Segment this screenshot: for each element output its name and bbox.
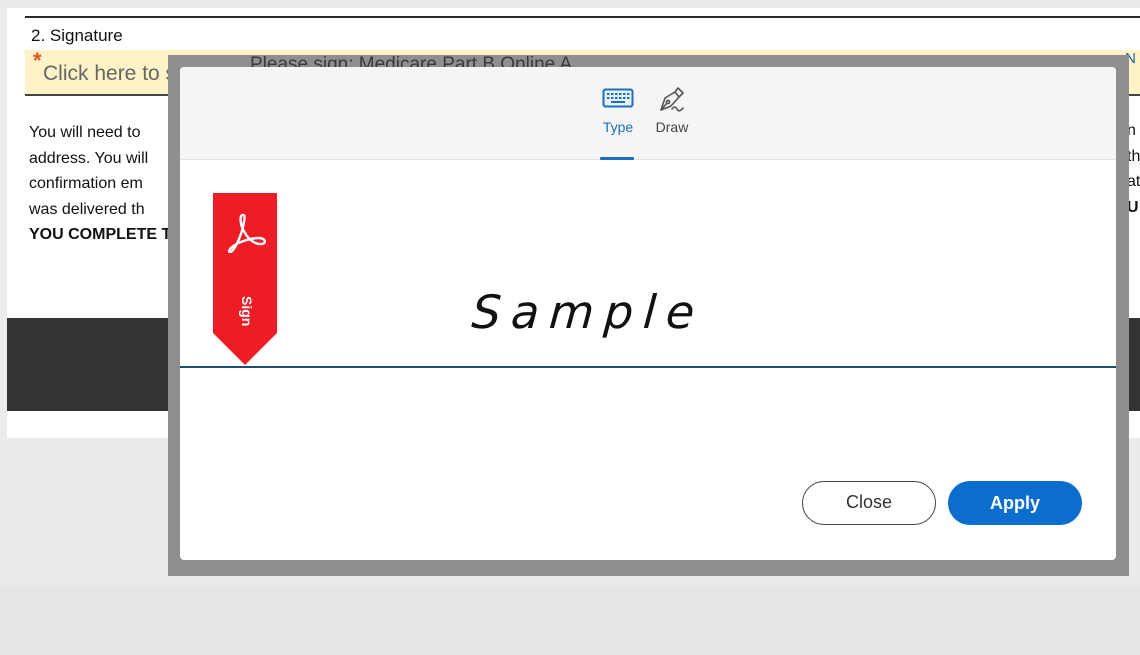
signature-mode-tabs: Type Draw bbox=[180, 67, 1116, 160]
close-button[interactable]: Close bbox=[802, 481, 936, 525]
lower-background bbox=[0, 585, 1140, 655]
active-tab-indicator bbox=[600, 157, 634, 160]
document-title: Please sign: Medicare Part B Online A bbox=[250, 55, 573, 67]
acrobat-logo-icon bbox=[227, 213, 267, 253]
signature-dialog: Type Draw Sign Sample Close Apply bbox=[180, 67, 1116, 560]
section-divider bbox=[25, 16, 1140, 18]
tab-type-label: Type bbox=[602, 119, 634, 135]
sign-flag-label: Sign bbox=[239, 295, 255, 327]
required-marker: * bbox=[33, 48, 42, 73]
signature-baseline bbox=[180, 366, 1116, 368]
section-heading: 2. Signature bbox=[31, 26, 123, 45]
modal-overlay: Please sign: Medicare Part B Online A Ty… bbox=[168, 55, 1129, 576]
tab-type[interactable]: Type bbox=[598, 85, 638, 160]
apply-button[interactable]: Apply bbox=[948, 481, 1082, 525]
tab-draw-label: Draw bbox=[655, 119, 689, 135]
keyboard-icon bbox=[602, 88, 634, 108]
signature-preview: Sample bbox=[470, 285, 707, 339]
tab-draw[interactable]: Draw bbox=[650, 85, 694, 135]
signature-field-prompt: Click here to s bbox=[43, 62, 177, 85]
pen-nib-icon bbox=[660, 87, 684, 112]
sign-here-flag: Sign bbox=[213, 193, 277, 365]
